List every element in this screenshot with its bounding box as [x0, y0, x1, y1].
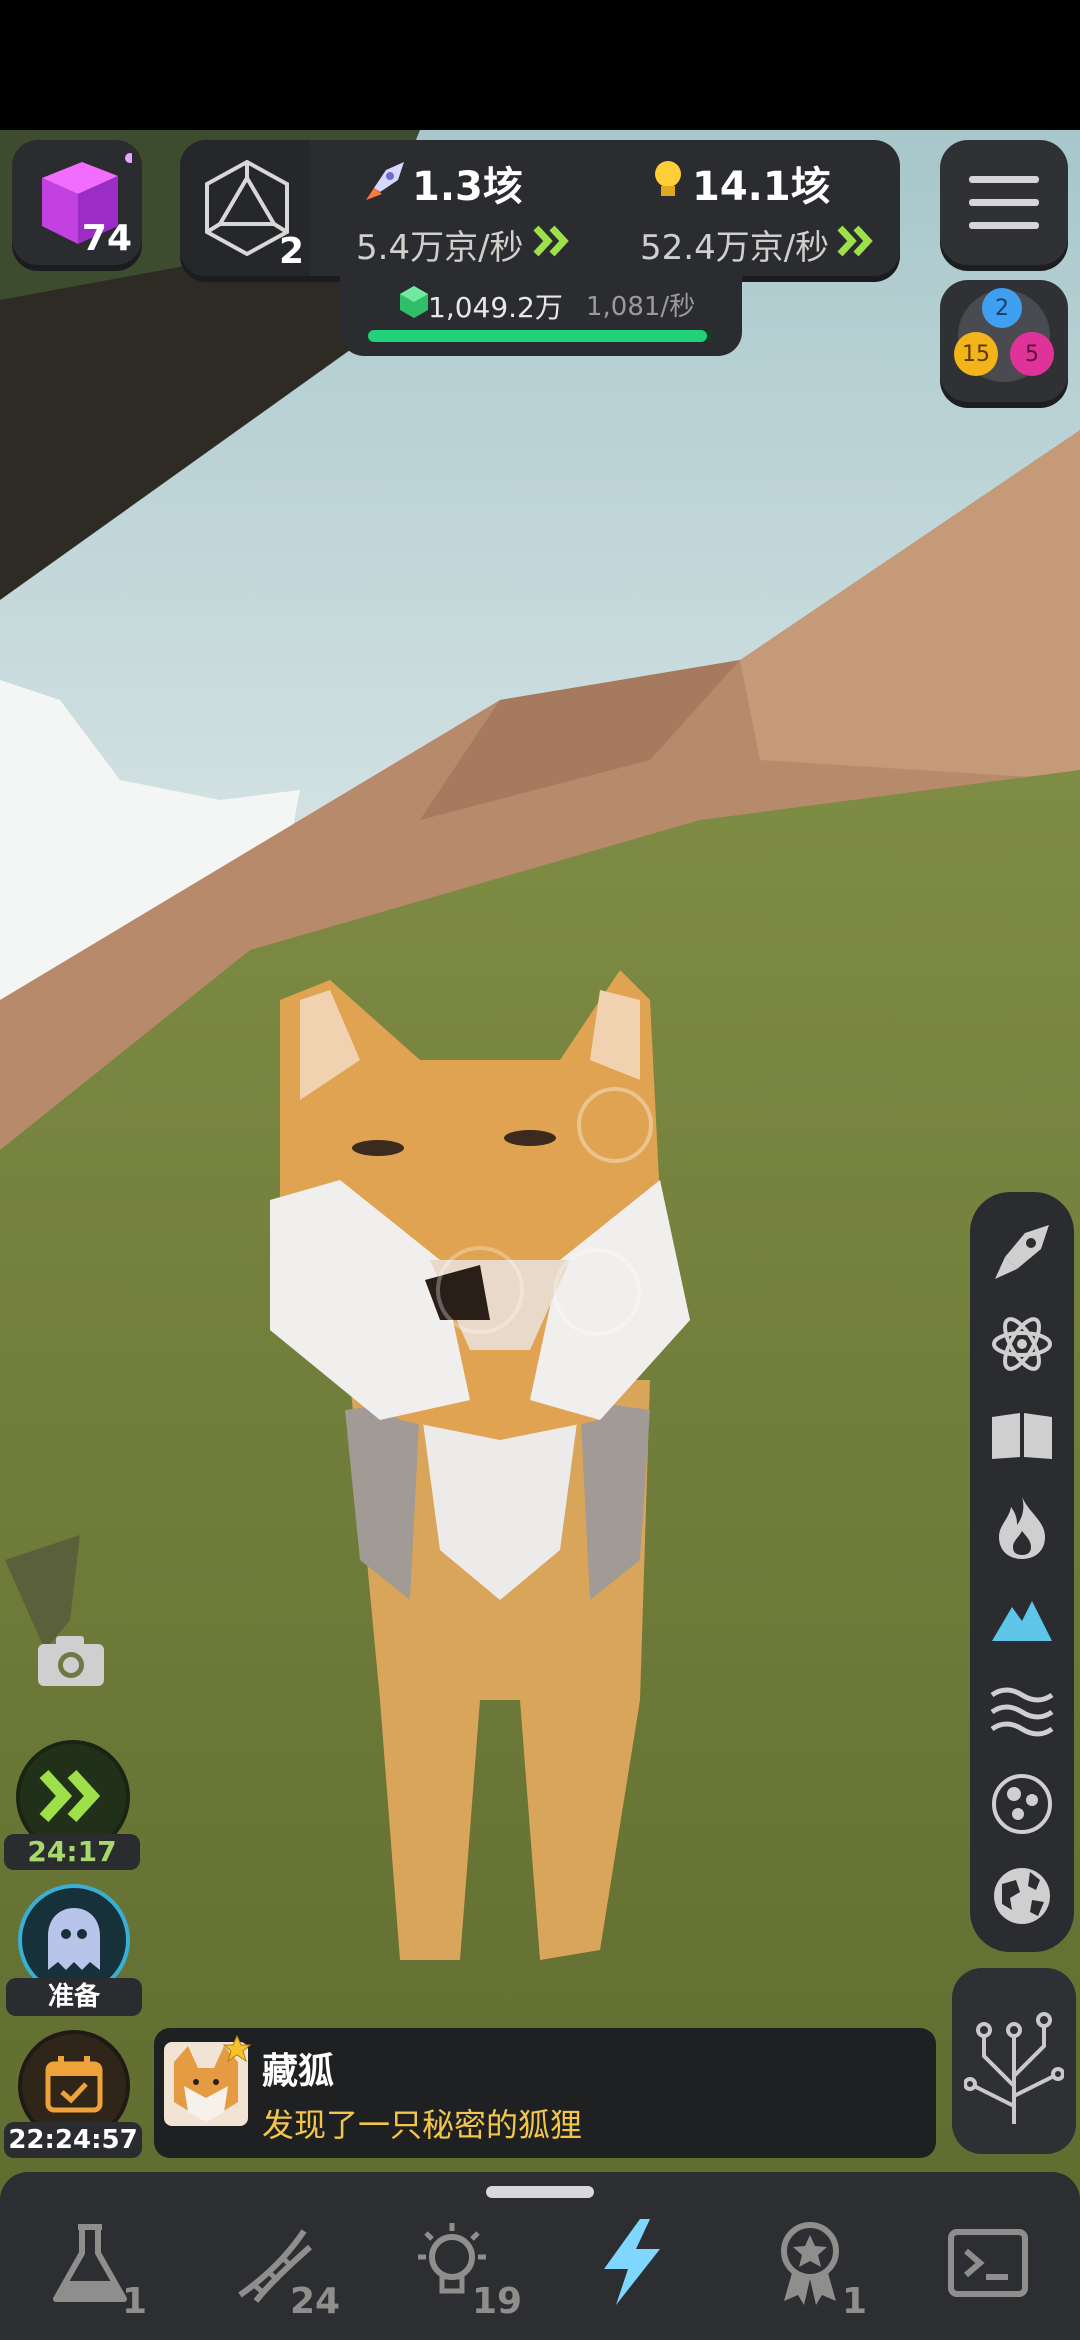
resource-panel: 2 1.3垓 5.4万京/秒 14.1垓 52.4万京/秒 — [180, 140, 900, 276]
rocket-rate-arrows-icon — [533, 225, 569, 257]
fire-icon[interactable] — [970, 1488, 1074, 1568]
atom-icon[interactable] — [970, 1304, 1074, 1384]
cube-count: 74 — [81, 218, 132, 259]
menu-button[interactable] — [940, 140, 1068, 265]
side-menu — [970, 1192, 1074, 1952]
book-icon[interactable] — [970, 1396, 1074, 1476]
gem-icon — [400, 286, 428, 318]
nav-terminal[interactable] — [930, 2215, 1080, 2325]
notification-title: 藏狐 — [262, 2051, 335, 2092]
cells-icon[interactable] — [970, 1764, 1074, 1844]
rocket-small-icon — [366, 162, 404, 200]
hamburger-icon — [969, 176, 1039, 229]
dice-button[interactable]: 2 — [180, 140, 310, 276]
yellow-orb: 15 — [954, 332, 998, 376]
gem-progress-panel[interactable]: 1,049.2万 1,081/秒 — [340, 276, 742, 356]
bulb-rate: 52.4万京/秒 — [640, 228, 830, 268]
calendar-icon — [45, 2056, 103, 2113]
gem-rate: 1,081/秒 — [586, 292, 696, 322]
tree-branch-icon — [964, 2012, 1064, 2124]
nav-ideas[interactable]: 19 — [400, 2215, 550, 2325]
blue-orb: 2 — [982, 288, 1022, 328]
camera-icon[interactable] — [36, 1632, 106, 1688]
bulb-value: 14.1垓 — [692, 164, 831, 210]
medal-icon — [781, 2222, 839, 2305]
nav-ideas-count: 19 — [472, 2281, 523, 2322]
nav-lab-count: 1 — [122, 2281, 148, 2322]
mountain-icon[interactable] — [970, 1580, 1074, 1660]
nav-dna[interactable]: 24 — [220, 2215, 370, 2325]
calendar-timer: 22:24:57 — [4, 2122, 142, 2158]
gem-progress-track — [368, 330, 714, 342]
discovery-notification[interactable]: 藏狐 发现了一只秘密的狐狸 — [154, 2028, 936, 2158]
ghost-label: 准备 — [6, 1978, 142, 2016]
globe-icon[interactable] — [970, 1856, 1074, 1936]
lightning-icon — [604, 2219, 660, 2305]
pink-orb: 5 — [1010, 332, 1054, 376]
lightbulb-small-icon — [655, 161, 681, 196]
rocket-value: 1.3垓 — [412, 164, 523, 210]
cube-button[interactable]: 74 — [12, 140, 142, 265]
gem-progress-fill — [368, 330, 708, 342]
nav-energy[interactable] — [560, 2215, 710, 2325]
rocket-icon[interactable] — [970, 1212, 1074, 1292]
rocket-rate: 5.4万京/秒 — [356, 228, 524, 268]
fast-forward-icon — [39, 1769, 101, 1823]
dice-level: 2 — [278, 231, 304, 272]
orbs-button[interactable]: 2 15 5 — [940, 280, 1068, 402]
nav-achievements[interactable]: 1 — [760, 2215, 910, 2325]
bulb-rate-arrows-icon — [837, 225, 873, 257]
terminal-icon — [948, 2229, 1028, 2297]
nav-lab[interactable]: 1 — [40, 2215, 190, 2325]
gem-value: 1,049.2万 — [428, 291, 563, 324]
boost-timer: 24:17 — [4, 1834, 140, 1870]
nav-dna-count: 24 — [290, 2281, 341, 2322]
notification-message: 发现了一只秘密的狐狸 — [262, 2106, 583, 2144]
star-badge-icon — [222, 2034, 252, 2063]
flask-icon — [53, 2224, 127, 2302]
waves-icon[interactable] — [970, 1672, 1074, 1752]
drawer-handle[interactable] — [486, 2186, 594, 2198]
nav-achievements-count: 1 — [842, 2281, 868, 2322]
evolution-tree-button[interactable] — [952, 1968, 1076, 2154]
ghost-icon — [48, 1908, 100, 1970]
